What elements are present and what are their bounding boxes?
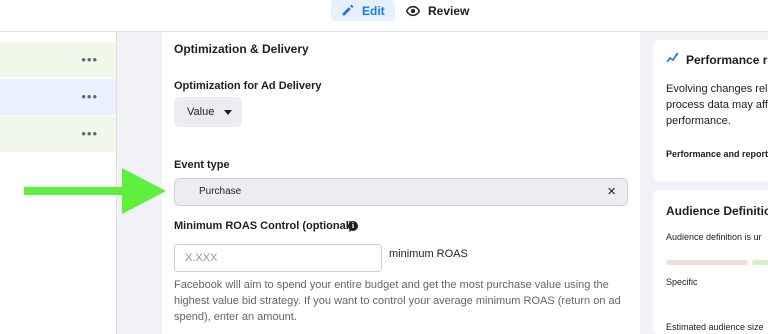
event-type-label: Event type [174, 159, 230, 171]
more-options-icon[interactable]: ••• [81, 89, 98, 104]
tree-row[interactable]: ••• [0, 42, 116, 78]
tab-review-label: Review [428, 3, 470, 18]
more-options-icon[interactable]: ••• [81, 126, 98, 141]
tab-edit-label: Edit [362, 3, 385, 18]
roas-help-text: Facebook will aim to spend your entire b… [174, 279, 621, 323]
optimization-value: Value [187, 106, 215, 118]
event-type-value: Purchase [199, 186, 242, 197]
optimization-label: Optimization for Ad Delivery [174, 80, 322, 92]
audience-gauge-red [666, 260, 748, 265]
performance-title-row: Performance r [666, 52, 767, 67]
optimization-dropdown[interactable]: Value [174, 97, 242, 127]
top-bar: Edit Review [0, 0, 768, 32]
audience-size-label: Estimated audience size [666, 322, 764, 332]
tree-row[interactable]: ••• [0, 116, 116, 152]
caret-down-icon [224, 110, 232, 115]
performance-title: Performance r [686, 52, 768, 67]
audience-title: Audience Definitio [666, 204, 768, 218]
tab-review[interactable]: Review [396, 0, 479, 21]
audience-subtitle: Audience definition is ur [666, 232, 762, 242]
performance-card: Performance r Evolving changes rel proce… [653, 40, 768, 181]
roas-suffix: minimum ROAS [389, 248, 468, 260]
more-options-icon[interactable]: ••• [81, 52, 98, 67]
event-type-field[interactable]: Purchase × [174, 178, 628, 206]
roas-label: Minimum ROAS Control (optional) [174, 220, 353, 232]
close-icon[interactable]: × [607, 183, 616, 200]
audience-specific-label: Specific [666, 277, 698, 287]
roas-input[interactable] [174, 244, 382, 272]
tree-row[interactable]: ••• [0, 79, 116, 115]
tab-edit[interactable]: Edit [331, 0, 395, 21]
section-title: Optimization & Delivery [174, 42, 309, 56]
performance-body: Evolving changes rel process data may af… [666, 83, 768, 127]
audience-definition-card: Audience Definitio Audience definition i… [653, 190, 768, 334]
info-icon[interactable]: i [348, 221, 358, 231]
performance-report-link[interactable]: Performance and report [666, 149, 768, 159]
eye-icon [406, 5, 420, 17]
pencil-icon [341, 4, 354, 17]
audience-gauge-green [752, 260, 768, 265]
green-arrow-icon [24, 168, 166, 214]
sparkle-chart-icon [666, 52, 680, 67]
